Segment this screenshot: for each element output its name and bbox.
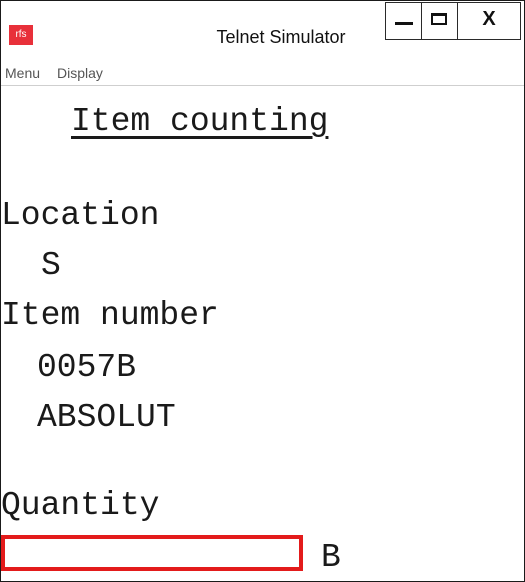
terminal-screen: Item counting Location S Item number 005… [1, 87, 524, 581]
item-description: ABSOLUT [37, 399, 176, 436]
item-number-value: 0057B [37, 349, 137, 386]
location-value: S [41, 247, 61, 284]
app-icon: rfs [9, 25, 33, 45]
quantity-label: Quantity [1, 487, 160, 524]
maximize-icon [431, 13, 447, 25]
menu-item-menu[interactable]: Menu [5, 65, 40, 81]
menu-bar: Menu Display [1, 63, 524, 83]
item-number-label: Item number [1, 297, 219, 334]
close-icon: X [482, 8, 496, 30]
maximize-button[interactable] [421, 2, 457, 40]
quantity-unit: B [321, 539, 341, 576]
minimize-icon [395, 22, 413, 25]
screen-heading: Item counting [71, 103, 329, 140]
quantity-input[interactable] [1, 535, 303, 571]
menu-item-display[interactable]: Display [57, 65, 103, 81]
menu-divider [1, 85, 524, 86]
minimize-button[interactable] [385, 2, 421, 40]
title-bar: rfs Telnet Simulator X [1, 1, 524, 47]
close-button[interactable]: X [457, 2, 521, 40]
telnet-window: rfs Telnet Simulator X Menu Display Item… [0, 0, 525, 582]
location-label: Location [1, 197, 160, 234]
window-title: Telnet Simulator [216, 27, 346, 47]
